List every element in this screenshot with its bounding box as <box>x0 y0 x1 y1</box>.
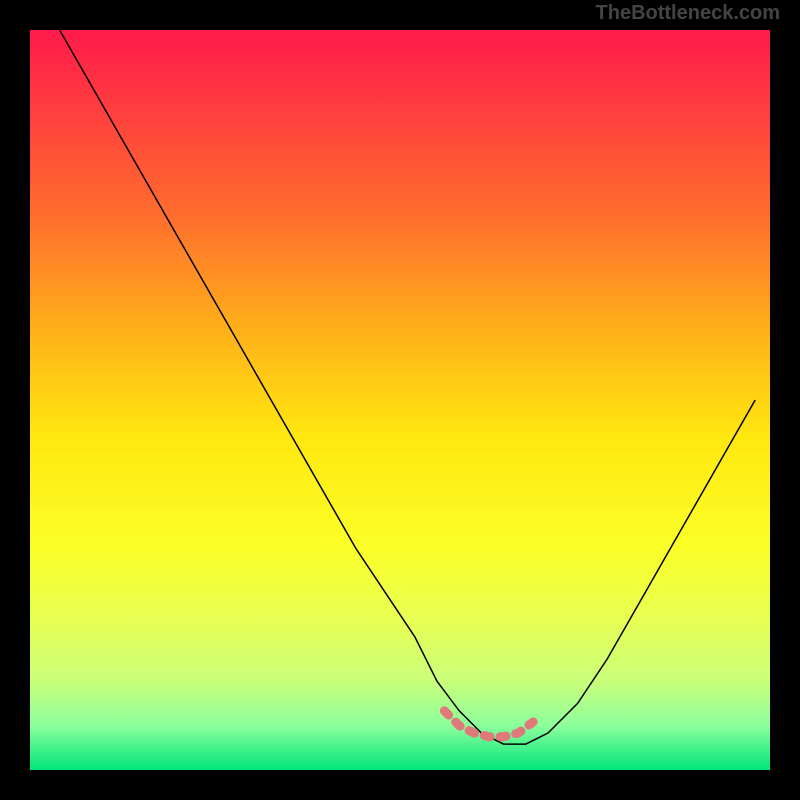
chart-svg <box>30 30 770 770</box>
chart-plot-area <box>30 30 770 770</box>
watermark-text: TheBottleneck.com <box>596 2 780 25</box>
gradient-background <box>30 30 770 770</box>
